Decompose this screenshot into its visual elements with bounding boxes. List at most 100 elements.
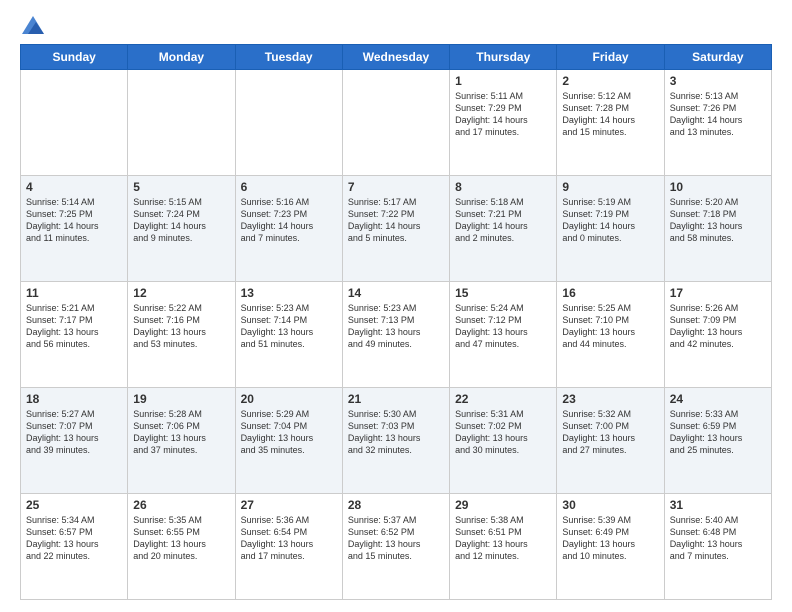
day-number: 18 <box>26 392 122 406</box>
day-info: Sunrise: 5:33 AM Sunset: 6:59 PM Dayligh… <box>670 408 766 457</box>
day-header: Sunday <box>21 45 128 70</box>
day-number: 11 <box>26 286 122 300</box>
calendar-day-cell: 25 Sunrise: 5:34 AM Sunset: 6:57 PM Dayli… <box>21 494 128 600</box>
day-number: 15 <box>455 286 551 300</box>
calendar-day-cell: 21 Sunrise: 5:30 AM Sunset: 7:03 PM Dayli… <box>342 388 449 494</box>
day-number: 27 <box>241 498 337 512</box>
day-number: 29 <box>455 498 551 512</box>
day-info: Sunrise: 5:13 AM Sunset: 7:26 PM Dayligh… <box>670 90 766 139</box>
day-number: 22 <box>455 392 551 406</box>
day-number: 17 <box>670 286 766 300</box>
day-info: Sunrise: 5:11 AM Sunset: 7:29 PM Dayligh… <box>455 90 551 139</box>
calendar-day-cell: 22 Sunrise: 5:31 AM Sunset: 7:02 PM Dayli… <box>450 388 557 494</box>
day-number: 19 <box>133 392 229 406</box>
calendar-week-row: 25 Sunrise: 5:34 AM Sunset: 6:57 PM Dayli… <box>21 494 772 600</box>
day-info: Sunrise: 5:22 AM Sunset: 7:16 PM Dayligh… <box>133 302 229 351</box>
calendar-day-cell: 13Sunrise: 5:23 AM Sunset: 7:14 PM Dayli… <box>235 282 342 388</box>
day-number: 25 <box>26 498 122 512</box>
day-info: Sunrise: 5:15 AM Sunset: 7:24 PM Dayligh… <box>133 196 229 245</box>
calendar-day-cell: 8 Sunrise: 5:18 AM Sunset: 7:21 PM Daylig… <box>450 176 557 282</box>
day-number: 6 <box>241 180 337 194</box>
day-info: Sunrise: 5:23 AM Sunset: 7:13 PM Dayligh… <box>348 302 444 351</box>
day-info: Sunrise: 5:12 AM Sunset: 7:28 PM Dayligh… <box>562 90 658 139</box>
day-info: Sunrise: 5:28 AM Sunset: 7:06 PM Dayligh… <box>133 408 229 457</box>
page: SundayMondayTuesdayWednesdayThursdayFrid… <box>0 0 792 612</box>
day-info: Sunrise: 5:31 AM Sunset: 7:02 PM Dayligh… <box>455 408 551 457</box>
calendar-day-cell: 26 Sunrise: 5:35 AM Sunset: 6:55 PM Dayli… <box>128 494 235 600</box>
calendar-day-cell <box>342 70 449 176</box>
calendar-day-cell: 18 Sunrise: 5:27 AM Sunset: 7:07 PM Dayli… <box>21 388 128 494</box>
calendar-day-cell: 30 Sunrise: 5:39 AM Sunset: 6:49 PM Dayli… <box>557 494 664 600</box>
day-info: Sunrise: 5:37 AM Sunset: 6:52 PM Dayligh… <box>348 514 444 563</box>
day-info: Sunrise: 5:16 AM Sunset: 7:23 PM Dayligh… <box>241 196 337 245</box>
day-info: Sunrise: 5:27 AM Sunset: 7:07 PM Dayligh… <box>26 408 122 457</box>
calendar-day-cell: 19 Sunrise: 5:28 AM Sunset: 7:06 PM Dayli… <box>128 388 235 494</box>
day-info: Sunrise: 5:29 AM Sunset: 7:04 PM Dayligh… <box>241 408 337 457</box>
day-header: Friday <box>557 45 664 70</box>
calendar-day-cell: 3 Sunrise: 5:13 AM Sunset: 7:26 PM Daylig… <box>664 70 771 176</box>
day-header: Thursday <box>450 45 557 70</box>
calendar-day-cell: 5 Sunrise: 5:15 AM Sunset: 7:24 PM Daylig… <box>128 176 235 282</box>
calendar-day-cell: 14 Sunrise: 5:23 AM Sunset: 7:13 PM Dayli… <box>342 282 449 388</box>
day-number: 20 <box>241 392 337 406</box>
calendar-day-cell <box>21 70 128 176</box>
day-info: Sunrise: 5:30 AM Sunset: 7:03 PM Dayligh… <box>348 408 444 457</box>
calendar-day-cell: 2 Sunrise: 5:12 AM Sunset: 7:28 PM Daylig… <box>557 70 664 176</box>
calendar-day-cell: 20 Sunrise: 5:29 AM Sunset: 7:04 PM Dayli… <box>235 388 342 494</box>
day-info: Sunrise: 5:25 AM Sunset: 7:10 PM Dayligh… <box>562 302 658 351</box>
day-number: 10 <box>670 180 766 194</box>
day-info: Sunrise: 5:39 AM Sunset: 6:49 PM Dayligh… <box>562 514 658 563</box>
header <box>20 16 772 34</box>
calendar-day-cell <box>235 70 342 176</box>
day-number: 5 <box>133 180 229 194</box>
calendar-day-cell: 28 Sunrise: 5:37 AM Sunset: 6:52 PM Dayli… <box>342 494 449 600</box>
day-number: 16 <box>562 286 658 300</box>
day-number: 2 <box>562 74 658 88</box>
calendar-day-cell <box>128 70 235 176</box>
day-number: 3 <box>670 74 766 88</box>
day-info: Sunrise: 5:19 AM Sunset: 7:19 PM Dayligh… <box>562 196 658 245</box>
day-number: 26 <box>133 498 229 512</box>
day-number: 14 <box>348 286 444 300</box>
calendar-week-row: 4Sunrise: 5:14 AM Sunset: 7:25 PM Daylig… <box>21 176 772 282</box>
logo-icon <box>22 16 44 34</box>
calendar-week-row: 1 Sunrise: 5:11 AM Sunset: 7:29 PM Daylig… <box>21 70 772 176</box>
day-number: 30 <box>562 498 658 512</box>
calendar-day-cell: 1 Sunrise: 5:11 AM Sunset: 7:29 PM Daylig… <box>450 70 557 176</box>
calendar-week-row: 11Sunrise: 5:21 AM Sunset: 7:17 PM Dayli… <box>21 282 772 388</box>
day-info: Sunrise: 5:35 AM Sunset: 6:55 PM Dayligh… <box>133 514 229 563</box>
day-info: Sunrise: 5:34 AM Sunset: 6:57 PM Dayligh… <box>26 514 122 563</box>
calendar-day-cell: 4Sunrise: 5:14 AM Sunset: 7:25 PM Daylig… <box>21 176 128 282</box>
day-number: 24 <box>670 392 766 406</box>
calendar-day-cell: 27 Sunrise: 5:36 AM Sunset: 6:54 PM Dayli… <box>235 494 342 600</box>
calendar-day-cell: 7Sunrise: 5:17 AM Sunset: 7:22 PM Daylig… <box>342 176 449 282</box>
calendar-header-row: SundayMondayTuesdayWednesdayThursdayFrid… <box>21 45 772 70</box>
day-info: Sunrise: 5:38 AM Sunset: 6:51 PM Dayligh… <box>455 514 551 563</box>
calendar-day-cell: 17 Sunrise: 5:26 AM Sunset: 7:09 PM Dayli… <box>664 282 771 388</box>
day-number: 7 <box>348 180 444 194</box>
day-header: Monday <box>128 45 235 70</box>
day-info: Sunrise: 5:20 AM Sunset: 7:18 PM Dayligh… <box>670 196 766 245</box>
day-info: Sunrise: 5:40 AM Sunset: 6:48 PM Dayligh… <box>670 514 766 563</box>
calendar-week-row: 18 Sunrise: 5:27 AM Sunset: 7:07 PM Dayli… <box>21 388 772 494</box>
day-info: Sunrise: 5:26 AM Sunset: 7:09 PM Dayligh… <box>670 302 766 351</box>
calendar-day-cell: 15 Sunrise: 5:24 AM Sunset: 7:12 PM Dayli… <box>450 282 557 388</box>
day-header: Tuesday <box>235 45 342 70</box>
calendar-day-cell: 9 Sunrise: 5:19 AM Sunset: 7:19 PM Daylig… <box>557 176 664 282</box>
day-number: 9 <box>562 180 658 194</box>
day-info: Sunrise: 5:18 AM Sunset: 7:21 PM Dayligh… <box>455 196 551 245</box>
day-info: Sunrise: 5:24 AM Sunset: 7:12 PM Dayligh… <box>455 302 551 351</box>
day-number: 1 <box>455 74 551 88</box>
calendar-day-cell: 16 Sunrise: 5:25 AM Sunset: 7:10 PM Dayli… <box>557 282 664 388</box>
day-number: 4 <box>26 180 122 194</box>
day-number: 21 <box>348 392 444 406</box>
day-number: 31 <box>670 498 766 512</box>
day-number: 23 <box>562 392 658 406</box>
day-number: 28 <box>348 498 444 512</box>
day-info: Sunrise: 5:32 AM Sunset: 7:00 PM Dayligh… <box>562 408 658 457</box>
day-header: Wednesday <box>342 45 449 70</box>
calendar-day-cell: 12Sunrise: 5:22 AM Sunset: 7:16 PM Dayli… <box>128 282 235 388</box>
day-info: Sunrise: 5:36 AM Sunset: 6:54 PM Dayligh… <box>241 514 337 563</box>
day-number: 8 <box>455 180 551 194</box>
day-info: Sunrise: 5:23 AM Sunset: 7:14 PM Dayligh… <box>241 302 337 351</box>
